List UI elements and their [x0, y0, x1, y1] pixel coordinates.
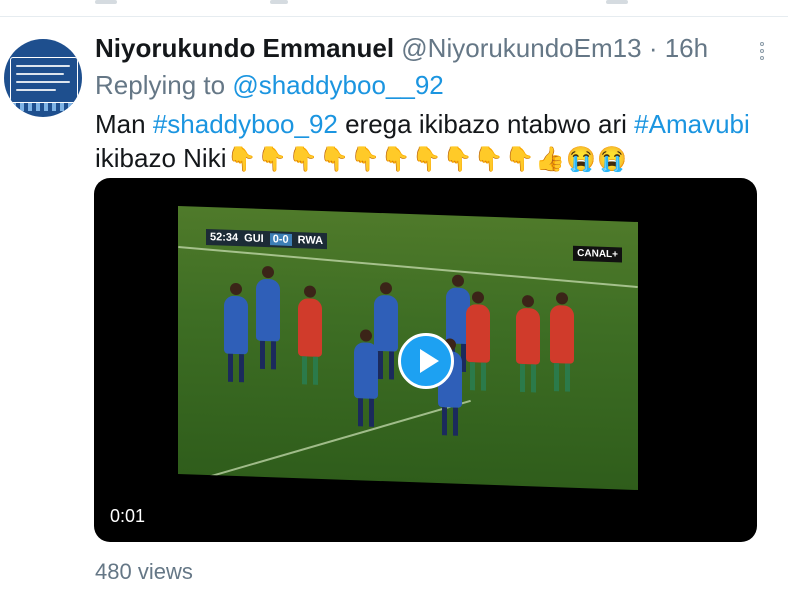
previous-tweet-action-icon — [95, 0, 117, 4]
video-duration: 0:01 — [104, 504, 152, 529]
scoreboard: 52:34 GUI 0-0 RWA — [206, 228, 328, 250]
tweet-header: Niyorukundo Emmanuel @NiyorukundoEm13 · … — [95, 33, 708, 64]
player-figure — [256, 265, 280, 370]
separator-dot: · — [648, 33, 658, 63]
tweet-text-part: ikibazo Niki — [95, 143, 227, 173]
player-figure — [224, 282, 248, 383]
play-button[interactable] — [398, 333, 454, 389]
previous-tweet-action-icon — [606, 0, 628, 4]
author-handle[interactable]: @NiyorukundoEm13 — [401, 33, 641, 63]
hashtag-shaddyboo[interactable]: #shaddyboo_92 — [153, 109, 338, 139]
view-count: 480 views — [95, 559, 193, 584]
tweet-text-part: Man — [95, 109, 153, 139]
hashtag-amavubi[interactable]: #Amavubi — [634, 109, 750, 139]
author-name[interactable]: Niyorukundo Emmanuel — [95, 33, 394, 63]
tweet-time[interactable]: 16h — [665, 33, 708, 63]
avatar[interactable] — [4, 39, 82, 117]
broadcaster-logo: CANAL+ — [573, 245, 622, 263]
emoji-sequence: 👇👇👇👇👇👇👇👇👇👇👍😭😭 — [226, 146, 628, 173]
top-divider — [0, 16, 788, 17]
reply-context: Replying to @shaddyboo__92 — [95, 70, 444, 101]
player-figure — [466, 291, 490, 391]
play-icon — [420, 349, 439, 373]
score: 0-0 — [269, 233, 292, 246]
player-figure — [550, 292, 574, 392]
player-figure — [516, 294, 540, 393]
video-player[interactable]: 52:34 GUI 0-0 RWA CANAL+ 0:01 — [94, 178, 757, 542]
match-clock: 52:34 — [210, 231, 239, 245]
away-team: RWA — [297, 234, 324, 248]
more-options-icon[interactable] — [758, 42, 766, 66]
home-team: GUI — [244, 232, 264, 245]
reply-prefix: Replying to — [95, 70, 226, 100]
tweet-text: Man #shaddyboo_92 erega ikibazo ntabwo a… — [95, 107, 765, 177]
avatar-logo-icon — [10, 57, 78, 103]
player-figure — [374, 282, 398, 380]
player-figure — [298, 285, 322, 385]
player-figure — [354, 329, 378, 427]
reply-mention-link[interactable]: @shaddyboo__92 — [232, 70, 443, 100]
previous-tweet-action-icon — [270, 0, 288, 4]
tweet-text-part: erega ikibazo ntabwo ari — [337, 109, 635, 139]
